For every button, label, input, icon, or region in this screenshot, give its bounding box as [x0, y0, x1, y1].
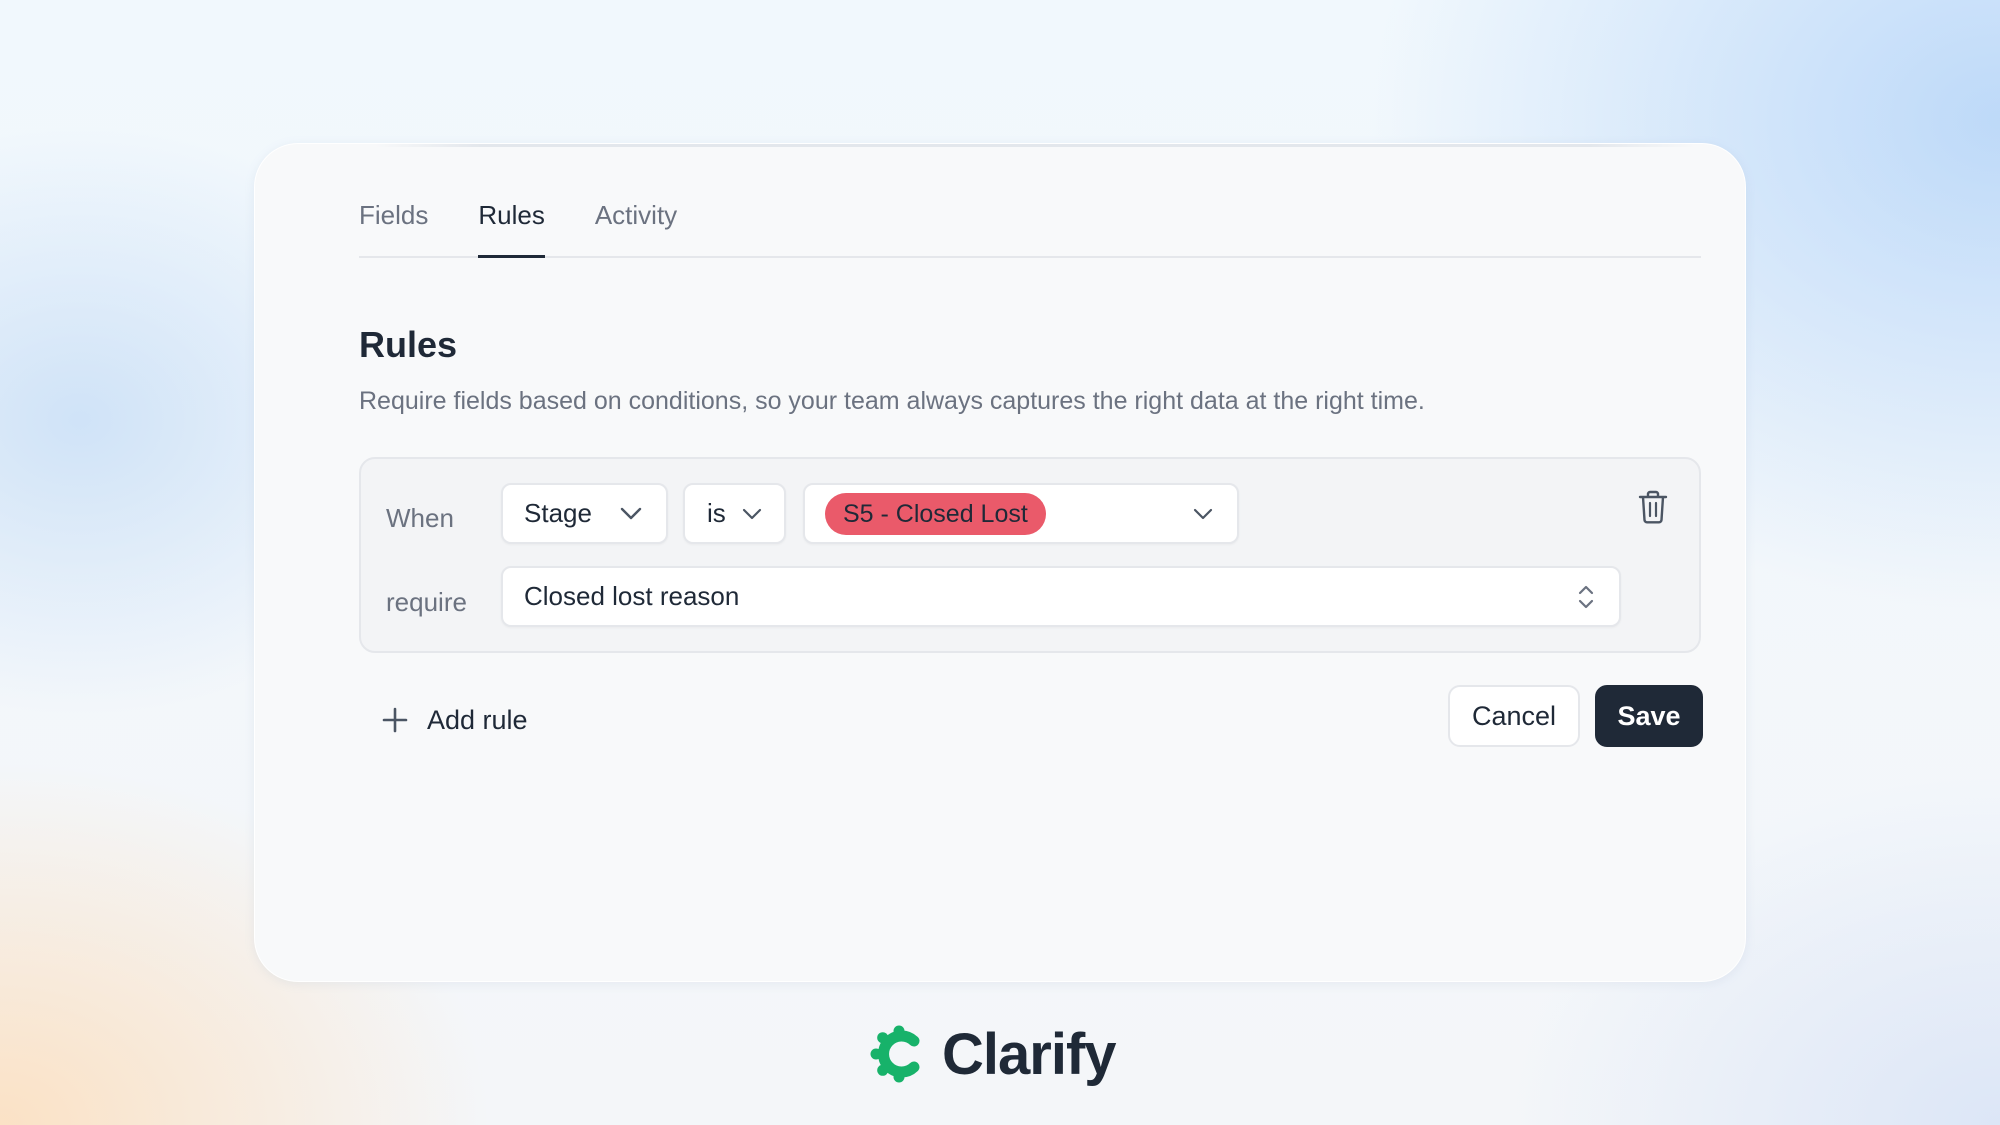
panel-top-divider [375, 144, 1695, 147]
chevron-down-icon [742, 508, 762, 519]
field-select[interactable]: Stage [501, 483, 668, 544]
add-rule-button[interactable]: Add rule [381, 699, 528, 741]
require-label: require [386, 587, 467, 617]
save-button[interactable]: Save [1595, 685, 1703, 747]
condition-value-select[interactable]: S5 - Closed Lost [803, 483, 1239, 544]
tab-activity[interactable]: Activity [595, 184, 677, 256]
brand-logo: Clarify [870, 1022, 1117, 1087]
tab-rules[interactable]: Rules [478, 184, 546, 258]
when-label: When [386, 503, 454, 533]
clarify-logo-icon [870, 1025, 920, 1083]
plus-icon [382, 707, 408, 733]
section-description: Require fields based on conditions, so y… [359, 387, 1425, 415]
cancel-button[interactable]: Cancel [1448, 685, 1580, 747]
chevron-down-icon [620, 507, 642, 519]
required-field-select[interactable]: Closed lost reason [501, 566, 1621, 627]
operator-select[interactable]: is [683, 483, 786, 544]
required-field-value: Closed lost reason [524, 581, 740, 611]
tab-bar: Fields Rules Activity [359, 184, 1701, 258]
field-select-value: Stage [524, 498, 592, 528]
tab-fields[interactable]: Fields [359, 184, 428, 256]
operator-select-value: is [707, 498, 726, 528]
rules-panel: Fields Rules Activity Rules Require fiel… [254, 143, 1746, 982]
stage-value-pill: S5 - Closed Lost [825, 492, 1046, 535]
trash-icon[interactable] [1637, 489, 1669, 525]
brand-name: Clarify [942, 1021, 1117, 1087]
add-rule-label: Add rule [427, 704, 528, 735]
rule-card: When Stage is S5 - Closed Lost require C… [359, 457, 1701, 653]
chevron-up-down-icon [1578, 585, 1594, 608]
chevron-down-icon [1193, 508, 1213, 519]
section-title: Rules [359, 324, 458, 365]
